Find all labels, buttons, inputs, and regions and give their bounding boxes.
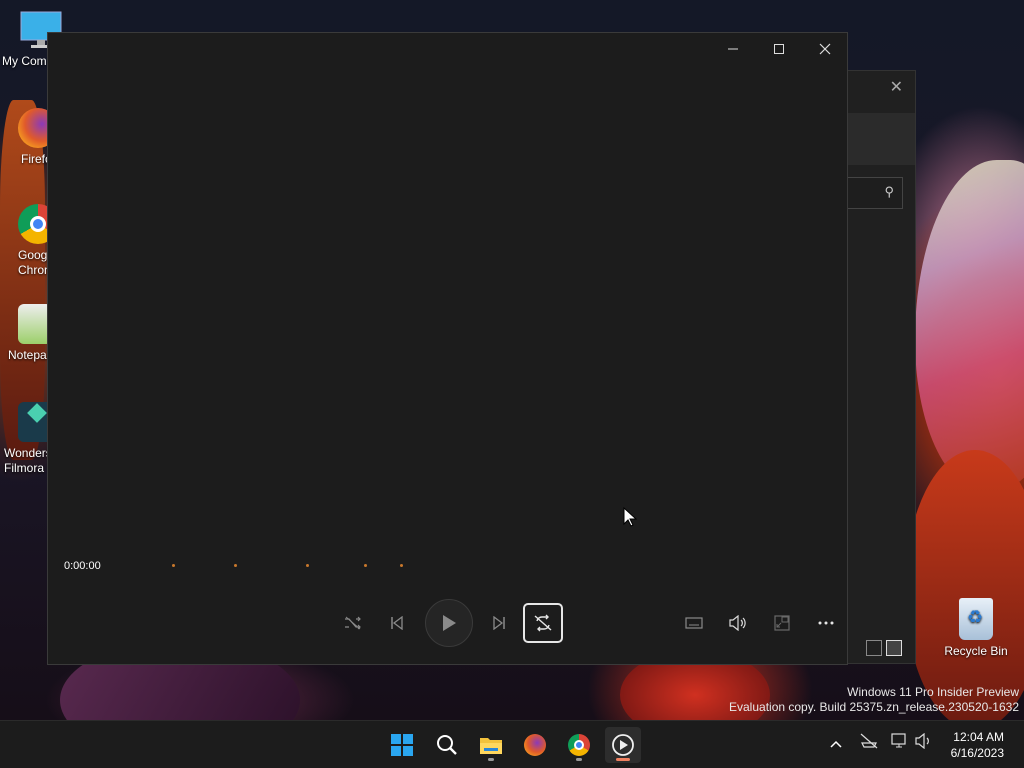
seek-marker bbox=[172, 564, 175, 567]
chrome-icon bbox=[568, 734, 590, 756]
chevron-up-icon bbox=[830, 740, 842, 748]
maximize-button[interactable] bbox=[759, 39, 799, 63]
recycle-bin-label: Recycle Bin bbox=[944, 644, 1008, 658]
seek-marker bbox=[306, 564, 309, 567]
media-player-window[interactable]: 0:00:00 bbox=[47, 32, 848, 665]
close-button[interactable] bbox=[805, 39, 845, 63]
seek-marker bbox=[400, 564, 403, 567]
seek-marker bbox=[234, 564, 237, 567]
view-toggle bbox=[866, 640, 902, 656]
miniplayer-icon bbox=[774, 615, 790, 631]
search-button[interactable] bbox=[429, 727, 465, 763]
play-button[interactable] bbox=[425, 599, 473, 647]
close-icon bbox=[819, 43, 831, 55]
display-icon bbox=[891, 733, 906, 748]
display-button[interactable] bbox=[891, 733, 909, 752]
shuffle-icon bbox=[345, 616, 361, 630]
watermark-line2: Evaluation copy. Build 25375.zn_release.… bbox=[729, 700, 1019, 714]
firefox-icon bbox=[524, 734, 546, 756]
close-icon[interactable]: ✕ bbox=[890, 77, 903, 97]
details-view-icon[interactable] bbox=[866, 640, 882, 656]
recycle-bin-icon: ♻ bbox=[959, 598, 993, 640]
taskbar: 12:04 AM 6/16/2023 bbox=[0, 720, 1024, 768]
volume-icon bbox=[729, 615, 746, 631]
media-player-taskbar-button[interactable] bbox=[605, 727, 641, 763]
taskbar-clock[interactable]: 12:04 AM 6/16/2023 bbox=[951, 729, 1004, 761]
media-player-icon bbox=[612, 734, 634, 756]
large-icons-view-icon[interactable] bbox=[886, 640, 902, 656]
start-icon bbox=[391, 734, 413, 756]
repeat-button[interactable] bbox=[523, 603, 563, 643]
clock-date: 6/16/2023 bbox=[950, 746, 1004, 760]
firefox-taskbar-button[interactable] bbox=[517, 727, 553, 763]
network-button[interactable] bbox=[860, 733, 878, 752]
seek-marker bbox=[364, 564, 367, 567]
show-hidden-icons-button[interactable] bbox=[830, 735, 842, 751]
repeat-off-icon bbox=[534, 614, 552, 632]
play-icon bbox=[443, 615, 456, 631]
captions-icon bbox=[685, 617, 703, 629]
file-explorer-icon bbox=[480, 738, 502, 754]
captions-button[interactable] bbox=[676, 605, 712, 641]
volume-tray-button[interactable] bbox=[915, 732, 933, 752]
volume-icon bbox=[915, 732, 929, 750]
seek-bar[interactable] bbox=[168, 557, 408, 573]
watermark-line1: Windows 11 Pro Insider Preview bbox=[847, 685, 1019, 699]
minimize-button[interactable] bbox=[713, 39, 753, 63]
shuffle-button[interactable] bbox=[335, 605, 371, 641]
desktop-icon-recycle-bin[interactable]: ♻ Recycle Bin bbox=[936, 598, 1016, 659]
search-icon: ⚲ bbox=[884, 184, 894, 199]
current-time: 0:00:00 bbox=[64, 560, 101, 572]
previous-icon bbox=[391, 616, 403, 630]
maximize-icon bbox=[774, 44, 784, 54]
next-button[interactable] bbox=[481, 605, 517, 641]
miniplayer-button[interactable] bbox=[764, 605, 800, 641]
mouse-cursor-icon bbox=[623, 507, 637, 527]
previous-button[interactable] bbox=[379, 605, 415, 641]
search-icon bbox=[437, 735, 457, 755]
start-button[interactable] bbox=[384, 727, 420, 763]
volume-button[interactable] bbox=[720, 605, 756, 641]
search-field[interactable]: ⚲ bbox=[847, 177, 903, 209]
windows-watermark: Windows 11 Pro Insider Preview Evaluatio… bbox=[729, 685, 1019, 715]
clock-time: 12:04 AM bbox=[953, 730, 1004, 744]
chrome-taskbar-button[interactable] bbox=[561, 727, 597, 763]
network-icon bbox=[860, 733, 878, 749]
more-options-button[interactable] bbox=[808, 605, 844, 641]
file-explorer-button[interactable] bbox=[473, 727, 509, 763]
minimize-icon bbox=[728, 48, 738, 50]
next-icon bbox=[493, 616, 505, 630]
more-icon bbox=[818, 621, 834, 625]
